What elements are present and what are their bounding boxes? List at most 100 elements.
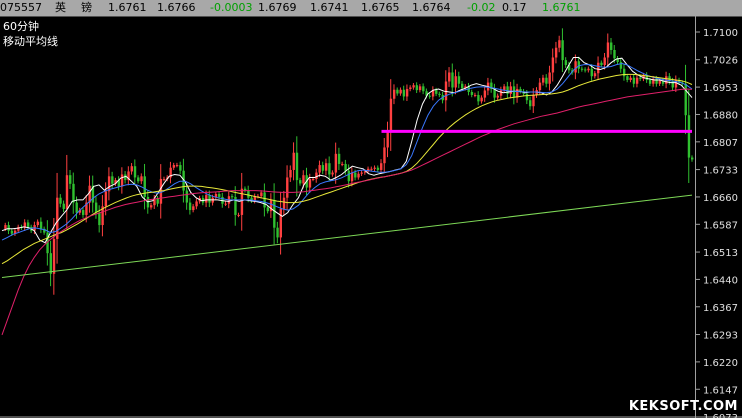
price-candle	[551, 57, 555, 73]
price-candle	[59, 197, 62, 204]
y-tick-label: 1.6220	[703, 358, 738, 369]
price-candle	[691, 157, 694, 160]
y-tick-label: 1.6293	[703, 331, 738, 342]
price-candle	[334, 153, 338, 173]
price-candle	[81, 210, 85, 215]
price-candle	[94, 202, 98, 213]
y-tick-label: 1.7100	[703, 28, 738, 39]
price-candle	[580, 68, 584, 70]
price-candle	[639, 77, 642, 79]
price-candle	[610, 42, 613, 50]
price-candle	[75, 202, 78, 213]
price-candle	[461, 83, 464, 89]
y-tick-label: 1.6367	[703, 303, 738, 314]
price-candle	[143, 176, 146, 197]
price-candle	[525, 93, 529, 101]
price-candle	[337, 153, 341, 164]
price-candle	[36, 221, 40, 226]
price-candle	[65, 175, 69, 209]
price-candle	[237, 214, 240, 216]
price-candle	[140, 176, 143, 182]
last-price: 1.6761	[542, 1, 581, 14]
y-tick-label: 1.6733	[703, 166, 738, 177]
price-candle	[208, 195, 211, 203]
value-4: 1.6764	[412, 1, 451, 14]
price-candle	[39, 221, 43, 229]
price-candle	[684, 83, 687, 116]
price-candle	[561, 40, 564, 61]
price-candle	[386, 131, 389, 148]
price-candle	[133, 166, 137, 178]
price-candle	[120, 174, 124, 187]
price-candle	[399, 89, 402, 94]
watermark-logo: KEKSOFT.COM	[628, 399, 738, 414]
price-candle	[370, 168, 373, 170]
high-price: 1.6766	[157, 1, 196, 14]
price-candle	[541, 77, 545, 83]
price-candle	[373, 167, 376, 169]
price-candle	[247, 190, 250, 198]
y-tick-label: 1.6440	[703, 275, 738, 286]
price-candle	[545, 77, 548, 84]
price-candle	[415, 85, 419, 91]
y-tick-label: 1.6953	[703, 83, 738, 94]
price-candle	[396, 89, 399, 94]
price-candle	[302, 175, 305, 184]
y-tick-label: 1.7026	[703, 56, 738, 67]
price-candle	[289, 169, 292, 178]
price-candle	[321, 165, 325, 171]
price-candle	[205, 195, 208, 203]
y-tick-label: 1.6807	[703, 138, 738, 149]
pct-change: -0.02	[467, 1, 496, 14]
price-candle	[172, 165, 176, 168]
price-candle	[130, 166, 133, 172]
price-candle	[295, 152, 299, 181]
price-candle	[648, 79, 652, 84]
price-candle	[558, 40, 561, 48]
price-candle	[428, 95, 432, 97]
price-candle	[409, 87, 412, 89]
price-candle	[418, 86, 422, 91]
y-tick-label: 1.6513	[703, 248, 738, 259]
price-candle	[405, 88, 409, 97]
price-candle	[600, 62, 603, 65]
y-tick-label: 1.6880	[703, 110, 738, 121]
price-candle	[192, 206, 195, 211]
price-candle	[350, 172, 354, 182]
price-candle	[292, 152, 295, 170]
price-candle	[376, 167, 380, 170]
price-candle	[438, 93, 441, 95]
price-candle	[188, 202, 192, 211]
price-candle	[577, 61, 581, 69]
price-candle	[532, 94, 535, 107]
price-candle	[606, 42, 610, 58]
price-candle	[49, 253, 52, 274]
price-candle	[299, 180, 302, 184]
price-candle	[344, 163, 347, 171]
price-candle	[311, 178, 315, 180]
price-candle	[331, 172, 334, 175]
price-candle	[243, 188, 247, 191]
value-5: 0.17	[502, 1, 527, 14]
price-candle	[224, 203, 227, 205]
indicator-label: 移动平均线	[3, 34, 58, 48]
price-candle	[503, 86, 506, 91]
price-candle	[480, 97, 483, 102]
price-candle	[389, 98, 393, 132]
price-candle	[635, 77, 639, 84]
price-candle	[584, 69, 587, 71]
price-candle	[56, 197, 59, 239]
price-candle	[10, 230, 14, 234]
price-candle	[7, 225, 10, 231]
price-candle	[477, 94, 480, 102]
price-candle	[273, 199, 276, 228]
price-candle	[619, 61, 623, 69]
price-candle	[341, 163, 344, 165]
price-candle	[279, 208, 282, 238]
price-candle	[266, 207, 270, 212]
price-candle	[470, 91, 474, 95]
price-candle	[328, 163, 331, 175]
price-candle	[156, 198, 159, 204]
price-candle	[448, 72, 451, 82]
price-chart[interactable]: 1.7100 1.7026 1.6953 1.6880 1.6807 1.6733 1.66…	[0, 16, 742, 418]
